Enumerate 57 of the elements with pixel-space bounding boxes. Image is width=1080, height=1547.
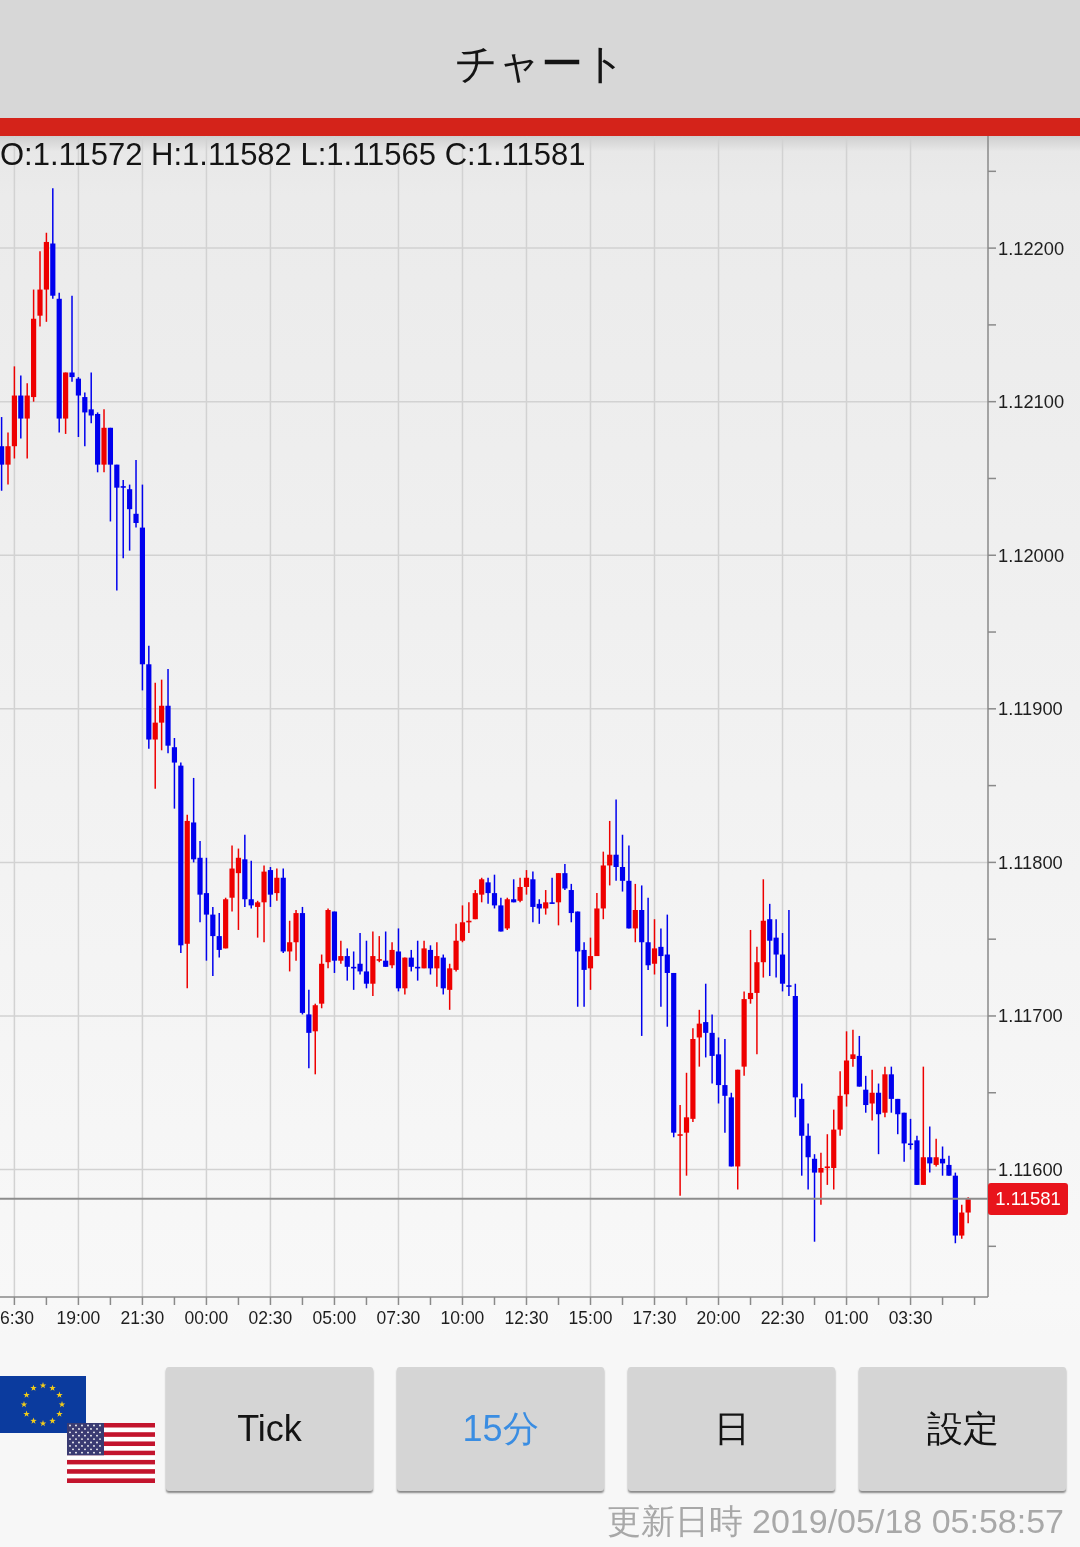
rising-candle	[389, 941, 395, 970]
time-label: 17:30	[632, 1308, 677, 1328]
price-label: 1.12100	[998, 391, 1065, 413]
rising-candle	[504, 896, 510, 931]
time-label: 05:00	[312, 1308, 357, 1328]
price-label: 1.11900	[998, 698, 1063, 720]
current-price-tag: 1.11581	[988, 1182, 1068, 1215]
time-label: 07:30	[376, 1308, 421, 1328]
rising-candle	[543, 889, 549, 916]
time-label: 21:30	[120, 1308, 165, 1328]
price-label: 1.11600	[998, 1159, 1063, 1181]
falling-candle	[267, 866, 274, 908]
rising-candle	[869, 1068, 875, 1122]
rising-candle	[338, 939, 344, 965]
time-label: 03:30	[888, 1308, 933, 1328]
rising-candle	[101, 408, 107, 474]
time-label: 15:00	[568, 1308, 613, 1328]
time-label: 02:30	[248, 1308, 293, 1328]
price-label: 1.11700	[998, 1005, 1063, 1027]
period-button[interactable]: 設定	[859, 1367, 1066, 1491]
falling-candle	[440, 953, 446, 996]
price-label: 1.12200	[998, 237, 1065, 259]
ohlc-readout: O:1.11572 H:1.11582 L:1.11565 C:1.11581	[0, 137, 586, 173]
price-label: 1.12000	[998, 544, 1065, 566]
rising-candle	[63, 371, 69, 435]
rising-candle	[421, 939, 427, 970]
rising-candle	[402, 956, 408, 996]
time-label: 20:00	[696, 1308, 741, 1328]
time-label: 19:00	[56, 1308, 101, 1328]
eu-flag-icon	[0, 1375, 86, 1433]
time-label: 01:00	[824, 1308, 869, 1328]
time-label: 12:30	[504, 1308, 549, 1328]
period-button[interactable]: 日	[628, 1367, 835, 1491]
time-label: 6:30	[0, 1308, 35, 1328]
falling-candle	[549, 877, 555, 905]
screen-title: チャート	[454, 38, 626, 90]
us-flag-icon	[67, 1422, 155, 1483]
price-label: 1.11800	[998, 851, 1063, 873]
falling-candle	[18, 374, 24, 440]
time-label: 00:00	[184, 1308, 229, 1328]
rising-candle	[274, 867, 280, 902]
falling-candle	[331, 910, 338, 974]
rising-candle	[651, 918, 658, 976]
rising-candle	[434, 941, 440, 988]
rising-candle	[933, 1138, 939, 1168]
falling-candle	[927, 1125, 933, 1174]
update-timestamp: 更新日時 2019/05/18 05:58:57	[606, 1501, 1064, 1541]
rising-candle	[555, 872, 562, 927]
falling-candle	[511, 878, 517, 904]
rising-candle	[882, 1065, 888, 1119]
time-label: 22:30	[760, 1308, 805, 1328]
rising-candle	[632, 883, 638, 943]
time-label: 10:00	[440, 1308, 485, 1328]
falling-candle	[383, 930, 389, 968]
period-button[interactable]: Tick	[166, 1367, 373, 1491]
falling-candle	[427, 944, 434, 976]
falling-candle	[395, 927, 402, 993]
